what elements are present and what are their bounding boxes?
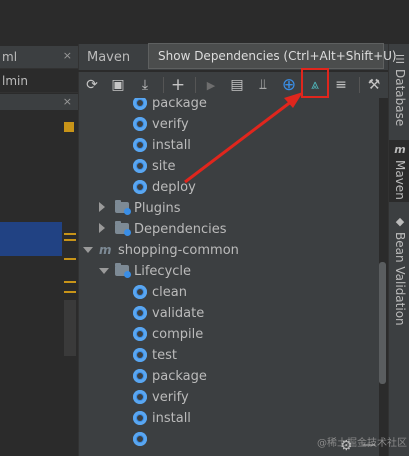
tree-row-label: install: [152, 138, 191, 153]
tab-database-label: Database: [393, 69, 407, 127]
execute-goal-icon[interactable]: ▤: [227, 75, 247, 95]
tab-bean-validation[interactable]: ◆ Bean Validation: [389, 214, 409, 330]
tree-row-label: package: [152, 98, 207, 111]
folder-icon: [115, 200, 131, 215]
tab-maven-label: Maven: [393, 160, 407, 200]
chevron-down-icon[interactable]: [99, 268, 109, 274]
goal-gear-icon: [133, 306, 147, 320]
tree-row-module[interactable]: m shopping-common: [79, 240, 379, 261]
tree-row-label: deploy: [152, 180, 196, 195]
gear-icon[interactable]: ⚙: [340, 438, 353, 454]
tree-row-goal[interactable]: test: [79, 345, 379, 366]
toggle-offline-icon[interactable]: ⫫: [253, 75, 273, 95]
tree-row-label: package: [152, 369, 207, 384]
editor-tab-1-label: ml: [2, 50, 18, 64]
goal-gear-icon: [133, 432, 147, 446]
maven-module-icon: m: [99, 243, 112, 257]
tree-row-goal[interactable]: compile: [79, 324, 379, 345]
editor-scrollbar[interactable]: [64, 300, 76, 356]
add-icon[interactable]: +: [168, 75, 188, 95]
editor-tab-1[interactable]: ml ×: [0, 46, 78, 69]
maven-title: Maven: [87, 50, 131, 65]
tree-row-goal[interactable]: verify: [79, 114, 379, 135]
download-icon[interactable]: ⤓: [135, 75, 155, 95]
tree-row-label: Plugins: [134, 201, 181, 216]
tree-row-folder[interactable]: Plugins: [79, 198, 379, 219]
tree-row-label: clean: [152, 285, 187, 300]
tooltip: Show Dependencies (Ctrl+Alt+Shift+U): [148, 43, 397, 69]
tree-row-goal[interactable]: deploy: [79, 177, 379, 198]
tree-row-label: Lifecycle: [134, 264, 192, 279]
close-icon[interactable]: ×: [63, 49, 72, 62]
folder-icon: [115, 221, 131, 236]
goal-gear-icon: [133, 285, 147, 299]
folder-icon: [115, 263, 131, 278]
tree-row-label: verify: [152, 117, 189, 132]
goal-gear-icon: [133, 390, 147, 404]
reload-icon[interactable]: ⟳: [82, 75, 102, 95]
maven-toolbar: ⟳ ▣ ⤓ + ▶ ▤ ⫫ ⊕ ⩓ ≡ ⚒: [78, 72, 389, 98]
chevron-right-icon[interactable]: [99, 223, 105, 233]
tree-row-label: shopping-common: [118, 243, 239, 258]
selected-line: [0, 222, 62, 256]
tab-maven[interactable]: m Maven: [389, 140, 409, 202]
goal-gear-icon: [133, 180, 147, 194]
goal-gear-icon: [133, 327, 147, 341]
tree-row-goal[interactable]: install: [79, 135, 379, 156]
generate-sources-icon[interactable]: ▣: [108, 75, 128, 95]
editor-area[interactable]: [0, 110, 78, 456]
tree-scrollbar[interactable]: [379, 262, 386, 384]
tree-row-label: verify: [152, 390, 189, 405]
tree-row-label: Dependencies: [134, 222, 227, 237]
editor-tab-2[interactable]: lmin: [0, 70, 78, 93]
collapse-all-icon[interactable]: ≡: [331, 75, 351, 95]
bean-validation-icon: ◆: [395, 215, 405, 228]
goal-gear-icon: [133, 138, 147, 152]
highlight-box: [301, 68, 329, 98]
skip-tests-icon[interactable]: ⊕: [279, 75, 299, 95]
goal-gear-icon: [133, 348, 147, 362]
tree-row-goal[interactable]: verify: [79, 387, 379, 408]
tree-row-goal[interactable]: clean: [79, 282, 379, 303]
tooltip-text: Show Dependencies (Ctrl+Alt+Shift+U): [158, 49, 397, 63]
minimize-icon[interactable]: —: [362, 437, 376, 453]
close-icon[interactable]: ×: [63, 95, 72, 108]
maven-icon: m: [394, 143, 406, 156]
tree-row-goal[interactable]: validate: [79, 303, 379, 324]
run-icon[interactable]: ▶: [201, 75, 221, 95]
tree-row-folder[interactable]: Lifecycle: [79, 261, 379, 282]
warning-marker: [64, 122, 74, 132]
goal-gear-icon: [133, 98, 147, 110]
tree-row-label: install: [152, 411, 191, 426]
tab-bean-validation-label: Bean Validation: [393, 232, 407, 326]
tree-row-label: site: [152, 159, 176, 174]
goal-gear-icon: [133, 369, 147, 383]
tree-row-goal[interactable]: package: [79, 366, 379, 387]
goal-gear-icon: [133, 117, 147, 131]
editor-tab-2-label: lmin: [2, 74, 28, 88]
chevron-down-icon[interactable]: [83, 247, 93, 253]
chevron-right-icon[interactable]: [99, 202, 105, 212]
tree-row-label: validate: [152, 306, 205, 321]
settings-wrench-icon[interactable]: ⚒: [364, 75, 384, 95]
tree-row-goal[interactable]: site: [79, 156, 379, 177]
tree-row-folder[interactable]: Dependencies: [79, 219, 379, 240]
tab-database[interactable]: ☰ Database: [389, 52, 409, 138]
top-strip: [0, 0, 409, 44]
goal-gear-icon: [133, 159, 147, 173]
tree-row-label: test: [152, 348, 177, 363]
tree-row-label: compile: [152, 327, 204, 342]
goal-gear-icon: [133, 411, 147, 425]
tree-row-goal[interactable]: package: [79, 98, 379, 114]
right-tool-stripe: ☰ Database m Maven ◆ Bean Validation: [388, 44, 409, 456]
tree-row-goal[interactable]: install: [79, 408, 379, 429]
maven-projects-tree: package verify install site deploy Plugins Dep…: [78, 98, 379, 456]
